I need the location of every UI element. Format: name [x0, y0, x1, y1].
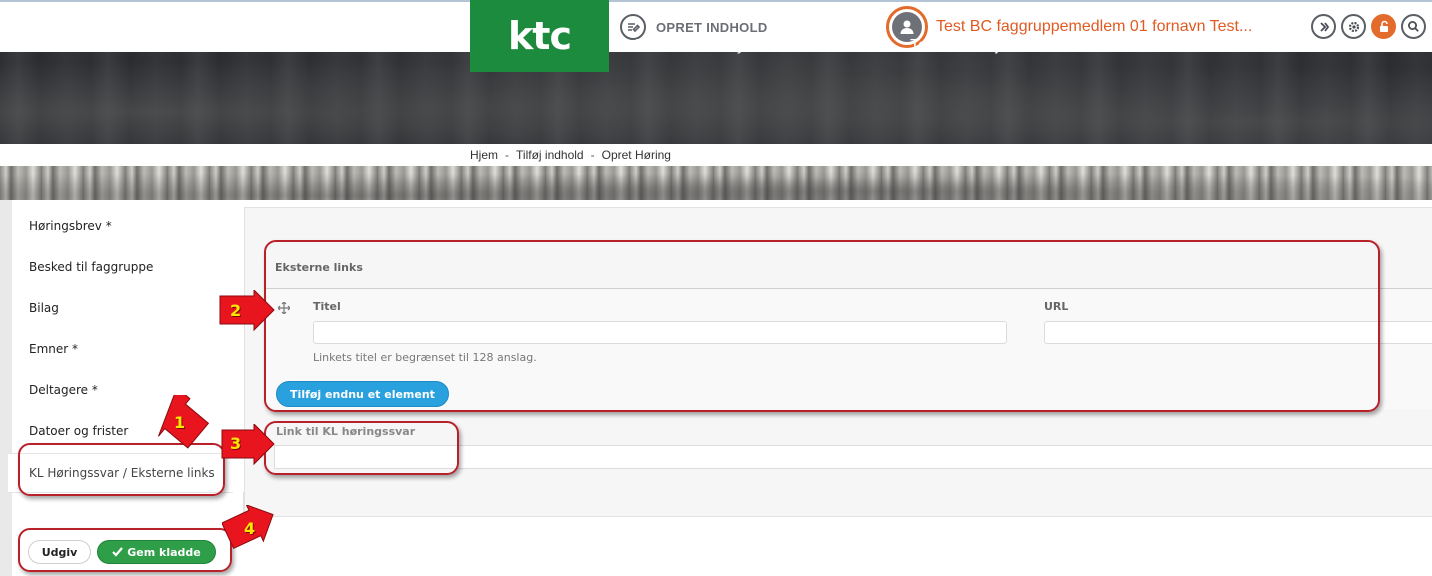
nav-item-nyheder[interactable]: Nyheder: [725, 37, 785, 55]
nav-item-teknik-miljo[interactable]: Teknik & Miljø: [910, 37, 1009, 55]
nav-item-om-ktc[interactable]: Om KTC: [1039, 37, 1101, 55]
annotation-box-4: [18, 528, 232, 572]
decorative-banner: [0, 166, 1432, 200]
gear-icon[interactable]: [1341, 14, 1366, 39]
sidebar-item-bilag[interactable]: Bilag: [29, 301, 59, 315]
breadcrumb-home[interactable]: Hjem: [470, 148, 498, 162]
nav-item-netvaerk[interactable]: Netværk: [635, 37, 695, 55]
callout-number-1: 1: [174, 413, 186, 432]
sidebar-item-deltagere[interactable]: Deltagere *: [29, 383, 98, 397]
ktc-logo[interactable]: ktc: [470, 0, 609, 72]
callout-arrow-3: 3: [220, 422, 276, 466]
annotation-box-3: [264, 421, 459, 475]
nav-item-kalender[interactable]: Kalender: [816, 37, 880, 55]
breadcrumb-separator: -: [590, 148, 595, 162]
callout-number-3: 3: [230, 434, 242, 453]
breadcrumb-bar: [0, 144, 1432, 166]
sidebar-item-emner[interactable]: Emner *: [29, 342, 78, 356]
main-navigation: Netværk Nyheder Kalender Teknik & Miljø …: [635, 37, 1101, 55]
callout-arrow-4: 4: [221, 504, 282, 557]
sidebar-item-datoer[interactable]: Datoer og frister: [29, 424, 128, 438]
user-name: Test BC faggruppemedlem 01 fornavn Test.…: [936, 18, 1253, 35]
sidebar-divider: [12, 492, 244, 522]
breadcrumb-separator: -: [505, 148, 510, 162]
create-content-label: OPRET INDHOLD: [656, 19, 768, 35]
left-gutter: [0, 200, 12, 576]
callout-number-2: 2: [230, 301, 242, 320]
breadcrumb-current: Opret Høring: [601, 148, 671, 162]
screen: { "header": { "logo_text": "ktc", "creat…: [0, 0, 1432, 576]
callout-number-4: 4: [244, 519, 256, 538]
callout-arrow-2: 2: [218, 288, 276, 332]
sidebar-item-horingsbrev[interactable]: Høringsbrev *: [29, 219, 112, 233]
navigation-banner: [0, 52, 1432, 144]
sidebar-item-besked[interactable]: Besked til faggruppe: [29, 260, 153, 274]
arrow-down-icon[interactable]: [1311, 14, 1336, 39]
search-icon[interactable]: [1401, 14, 1426, 39]
breadcrumb-add-content[interactable]: Tilføj indhold: [516, 148, 584, 162]
toolbar-icons: [1311, 14, 1426, 39]
callout-arrow-1: 1: [150, 386, 210, 451]
annotation-box-2: [264, 240, 1380, 412]
lock-icon[interactable]: [1371, 14, 1396, 39]
breadcrumb: Hjem - Tilføj indhold - Opret Høring: [470, 148, 671, 162]
